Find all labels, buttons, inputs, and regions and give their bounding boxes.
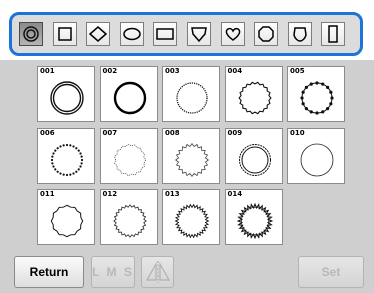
tab-rectangle[interactable] [153,22,178,46]
shape-tab-bar [0,0,374,60]
tab-tall-rectangle[interactable] [321,22,346,46]
tab-octagon[interactable] [254,22,279,46]
pattern-number: 009 [227,128,243,137]
return-button[interactable]: Return [14,256,84,288]
tab-shield[interactable] [187,22,211,46]
pattern-cell[interactable]: 009 [224,127,283,184]
screen: 001 002 003 004 005 006 007 008 009 010 011 012 013 0… [0,0,374,293]
pattern-cell[interactable]: 004 [224,66,283,122]
circle-frame-icon [300,143,334,176]
pattern-number: 001 [40,67,55,75]
pattern-number: 007 [102,128,118,137]
tab-rounded-shield[interactable] [287,22,312,46]
circle-frame-icon [112,204,147,238]
pattern-number: 005 [290,67,305,75]
pattern-cell[interactable]: 002 [99,66,158,122]
pattern-number: 004 [227,67,243,75]
pattern-number: 013 [165,190,180,198]
tab-concentric-circle[interactable] [19,22,43,46]
circle-frame-icon [50,143,84,176]
pattern-number: 012 [102,190,118,198]
pattern-number: 008 [165,128,180,137]
octagon-icon [258,26,274,42]
square-icon [57,27,72,41]
pattern-cell[interactable]: 001 [37,66,95,122]
circle-frame-icon [237,81,272,115]
circle-frame-icon [176,82,208,114]
pattern-cell[interactable]: 003 [162,66,220,122]
pattern-cell[interactable]: 011 [37,189,95,245]
circle-frame-icon [113,81,146,115]
tab-square[interactable] [52,22,77,46]
bottom-bar: Return L M S Set [0,252,374,293]
pattern-cell[interactable]: 014 [224,189,283,245]
tab-diamond[interactable] [86,22,111,46]
circle-frame-icon [236,202,273,240]
pattern-cell[interactable]: 007 [99,127,158,184]
pattern-cell[interactable]: 013 [162,189,220,245]
circle-frame-icon [50,204,84,238]
pattern-cell[interactable]: 012 [99,189,158,245]
set-button[interactable]: Set [298,256,364,288]
rounded-shield-icon [293,27,307,42]
shape-tab-frame [9,12,363,56]
circle-frame-icon [113,143,146,176]
shield-icon [191,27,207,43]
tab-oval[interactable] [119,22,144,46]
oval-icon [123,27,141,41]
mirror-button[interactable] [141,256,174,288]
heart-icon [225,27,240,41]
pattern-number: 002 [102,67,118,75]
circle-frame-icon [174,203,210,239]
diamond-icon [89,26,108,42]
pattern-cell[interactable]: 010 [287,127,345,184]
pattern-number: 003 [165,67,180,75]
pattern-cell[interactable]: 005 [287,66,345,122]
concentric-circle-icon [23,26,39,42]
pattern-cell[interactable]: 008 [162,127,220,184]
circle-frame-icon [175,142,209,177]
pattern-number: 006 [40,128,55,137]
pattern-number: 011 [40,190,55,198]
circle-frame-icon [238,143,271,176]
tall-rectangle-icon [328,25,339,43]
pattern-number: 010 [290,128,305,137]
tab-heart[interactable] [220,22,245,46]
pattern-number: 014 [227,190,243,198]
rectangle-icon [156,28,175,40]
lms-button[interactable]: L M S [91,256,135,288]
pattern-grid: 001 002 003 004 005 006 007 008 009 010 011 012 013 0… [37,66,347,251]
mirror-flip-icon [145,261,170,283]
circle-frame-icon [300,81,334,115]
pattern-cell[interactable]: 006 [37,127,95,184]
circle-frame-icon [50,81,84,115]
